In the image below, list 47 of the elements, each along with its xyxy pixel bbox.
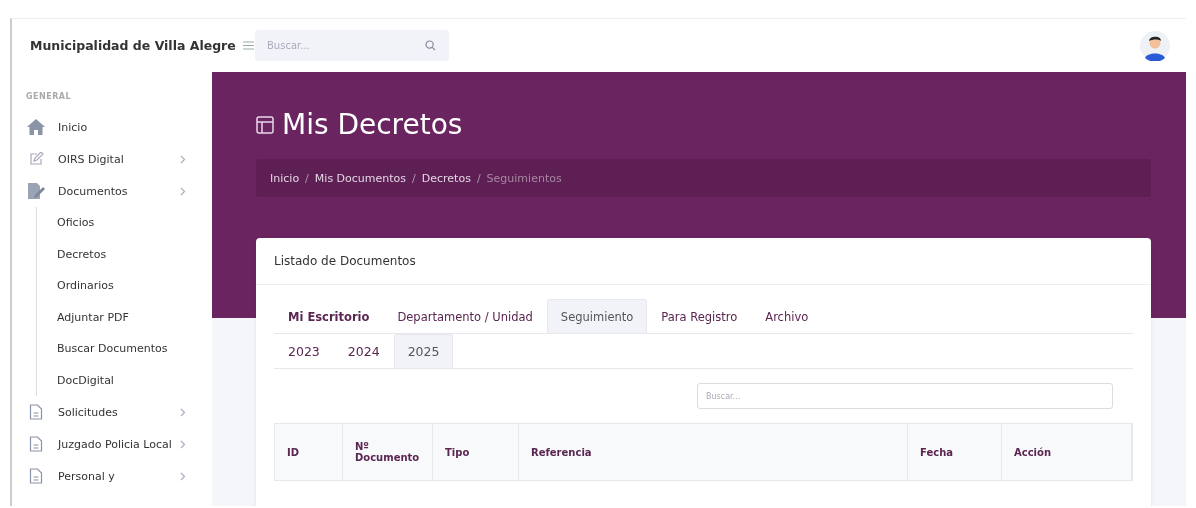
- column-header: Fecha: [908, 424, 1002, 480]
- year-tab[interactable]: 2024: [333, 334, 394, 368]
- year-tab[interactable]: 2025: [393, 334, 454, 368]
- sidebar-item[interactable]: Personal y: [26, 460, 212, 492]
- sidebar-item[interactable]: OIRS Digital: [26, 143, 212, 175]
- breadcrumb-link[interactable]: Mis Documentos: [314, 171, 407, 185]
- year-tab[interactable]: 2023: [274, 334, 334, 368]
- chevron-icon: [180, 186, 186, 196]
- sidebar-item[interactable]: Inicio: [26, 111, 212, 143]
- column-header: Acción: [1002, 424, 1132, 480]
- documents-icon: [26, 182, 46, 200]
- submenu-item[interactable]: Ordinarios: [57, 270, 212, 302]
- tab[interactable]: Seguimiento: [546, 299, 648, 333]
- home-icon: [26, 119, 46, 135]
- submenu-item[interactable]: Adjuntar PDF: [57, 301, 212, 333]
- tab[interactable]: Departamento / Unidad: [383, 299, 547, 333]
- tab[interactable]: Archivo: [751, 299, 823, 333]
- breadcrumb-link[interactable]: Inicio: [270, 171, 300, 185]
- table-search-field[interactable]: Buscar...: [697, 383, 1113, 409]
- chevron-icon: [180, 407, 186, 417]
- tab[interactable]: Para Registro: [647, 299, 752, 333]
- chevron-icon: [180, 439, 186, 449]
- breadcrumb-separator: /: [412, 171, 416, 185]
- submenu-item[interactable]: Buscar Documentos: [57, 333, 212, 365]
- submenu-item[interactable]: Decretos: [57, 238, 212, 270]
- sidebar-item[interactable]: Juzgado Policia Local: [26, 428, 212, 460]
- search-field[interactable]: Buscar...: [255, 30, 449, 61]
- column-header: ID: [275, 424, 343, 480]
- submenu-item[interactable]: DocDigital: [57, 364, 212, 396]
- card-title: Listado de Documentos: [274, 254, 416, 268]
- page-title: Mis Decretos: [282, 108, 463, 141]
- submenu-item[interactable]: Oficios: [57, 207, 212, 239]
- breadcrumb-separator: /: [305, 171, 309, 185]
- column-header: Nº Documento: [343, 424, 433, 480]
- chevron-icon: [180, 154, 186, 164]
- sidebar-item[interactable]: Solicitudes: [26, 396, 212, 428]
- breadcrumb-link[interactable]: Decretos: [421, 171, 471, 185]
- column-header: Referencia: [519, 424, 908, 480]
- avatar-icon[interactable]: [1140, 30, 1170, 61]
- column-header: Tipo: [433, 424, 519, 480]
- brand-name: Municipalidad de Villa Alegre: [30, 38, 236, 53]
- section-label: GENERAL: [26, 92, 73, 101]
- sidebar-item[interactable]: Documentos: [26, 175, 212, 207]
- breadcrumb-separator: /: [476, 171, 481, 185]
- tab[interactable]: Mi Escritorio: [274, 299, 384, 333]
- chevron-icon: [180, 471, 186, 481]
- layout-icon: [256, 115, 274, 134]
